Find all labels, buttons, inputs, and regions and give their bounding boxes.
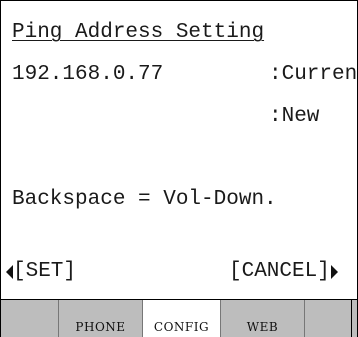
current-label: :Current: [269, 63, 358, 86]
ping-address-field[interactable]: 192.168.0.77: [12, 63, 163, 87]
cancel-softkey-label: [CANCEL]: [229, 260, 330, 283]
right-arrow-icon: [330, 265, 338, 279]
cancel-softkey[interactable]: [CANCEL]: [229, 260, 338, 284]
tab-config[interactable]: CONFIG: [143, 300, 221, 337]
tab-blank-edge: [352, 300, 357, 337]
screen-title: Ping Address Setting: [12, 21, 265, 44]
left-arrow-icon: [6, 265, 13, 279]
tab-web[interactable]: WEB: [221, 300, 305, 337]
tab-blank-right[interactable]: [305, 300, 352, 337]
phone-screen: Ping Address Setting 192.168.0.77 :Curre…: [0, 0, 358, 337]
backspace-hint: Backspace = Vol-Down.: [12, 188, 277, 211]
set-softkey[interactable]: [SET]: [6, 260, 76, 284]
tab-bar: PHONE CONFIG WEB: [1, 299, 357, 337]
new-label: :New: [269, 105, 320, 128]
tab-blank-left[interactable]: [1, 300, 59, 337]
set-softkey-label: [SET]: [13, 260, 77, 283]
tab-phone[interactable]: PHONE: [59, 300, 143, 337]
